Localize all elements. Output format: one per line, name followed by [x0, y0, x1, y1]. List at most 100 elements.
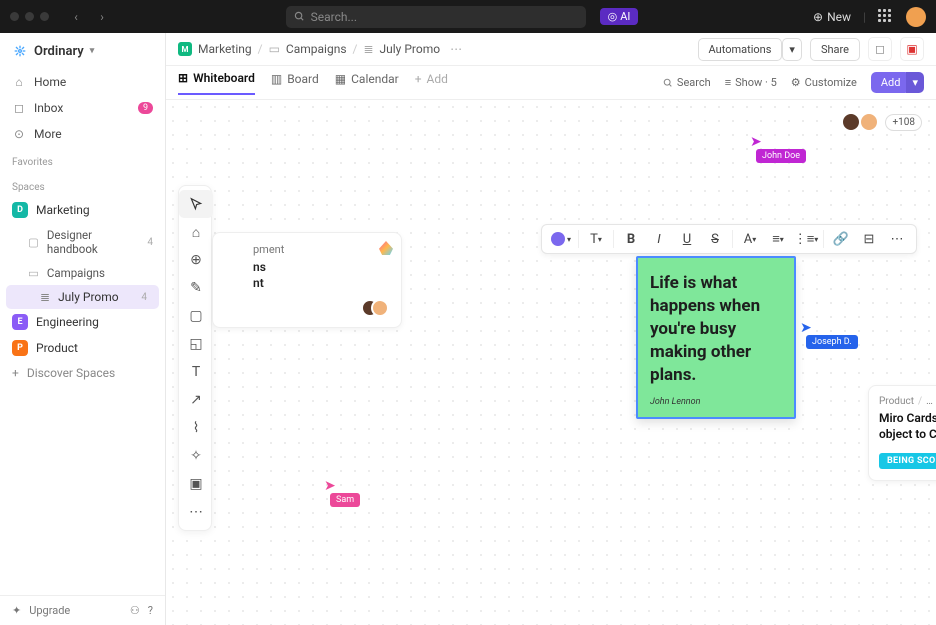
shape-tool[interactable]: ▢ [179, 302, 213, 330]
bold-button[interactable]: B [618, 227, 644, 251]
home-icon: ⌂ [12, 75, 26, 89]
text-color[interactable]: A▾ [737, 227, 763, 251]
space-marketing[interactable]: D Marketing [0, 197, 165, 223]
sidebar-more[interactable]: ⊙More [0, 121, 165, 147]
label: Product [36, 341, 78, 355]
automations-dropdown[interactable]: ▾ [782, 38, 802, 61]
avatar[interactable] [841, 112, 861, 132]
workspace-switcher[interactable]: Ordinary ▾ [0, 33, 165, 69]
connector-tool[interactable]: ↗ [179, 386, 213, 414]
crumb-campaigns[interactable]: Campaigns [286, 42, 347, 56]
remote-cursor-john: ➤ John Doe [750, 134, 806, 163]
card-breadcrumb: Product/…/Member Development [879, 396, 936, 407]
more-format[interactable]: ⋯ [884, 227, 910, 251]
fill-color[interactable]: ▾ [548, 227, 574, 251]
upgrade-link[interactable]: Upgrade [29, 604, 70, 617]
help-icon[interactable]: ? [148, 604, 153, 617]
status-badge[interactable]: BEING SCOPED [879, 453, 936, 469]
notifications-icon[interactable]: ◻ [868, 37, 892, 61]
sticky-text[interactable]: Life is what happens when you're busy ma… [650, 272, 782, 387]
label: Marketing [36, 203, 90, 217]
tab-whiteboard[interactable]: ⊞Whiteboard [178, 71, 255, 95]
pen-tool[interactable]: ✎ [179, 274, 213, 302]
more-tools[interactable]: ⋯ [179, 498, 213, 526]
search-placeholder: Search... [311, 10, 357, 24]
remote-cursor-joseph: ➤ Joseph D. [800, 320, 858, 349]
remote-cursor-sam: ➤ Sam [324, 478, 360, 507]
plus-icon: + [12, 366, 19, 380]
space-engineering[interactable]: E Engineering [0, 309, 165, 335]
user-avatar[interactable] [906, 7, 926, 27]
ai-tool[interactable]: ✧ [179, 442, 213, 470]
crumb-marketing[interactable]: Marketing [198, 42, 252, 56]
person-icon[interactable]: ⚇ [130, 604, 140, 617]
search-views[interactable]: Search [663, 76, 711, 89]
chevron-down-icon: ▾ [90, 46, 95, 56]
nav-forward[interactable]: › [93, 8, 111, 26]
underline-button[interactable]: U [674, 227, 700, 251]
folder-campaigns[interactable]: ▭ Campaigns [0, 261, 165, 285]
web-tool[interactable]: ⊕ [179, 246, 213, 274]
label: Discover Spaces [27, 366, 115, 380]
select-tool[interactable] [179, 190, 213, 218]
avatar [371, 299, 389, 317]
italic-button[interactable]: I [646, 227, 672, 251]
flow-tool[interactable]: ⌇ [179, 414, 213, 442]
collaborators[interactable]: +108 [849, 112, 922, 132]
task-card-partial[interactable]: pment nsnt [212, 232, 402, 328]
whiteboard-icon: ⊞ [178, 71, 188, 85]
more-icon[interactable]: ⋯ [450, 42, 462, 56]
home-tool[interactable]: ⌂ [179, 218, 213, 246]
window-controls[interactable] [10, 12, 49, 21]
add-view[interactable]: +Add [415, 72, 448, 94]
breadcrumb-bar: M Marketing / ▭ Campaigns / ≣ July Promo… [166, 33, 936, 66]
strike-button[interactable]: S [702, 227, 728, 251]
sticky-note[interactable]: Life is what happens when you're busy ma… [636, 256, 796, 419]
add-dropdown[interactable]: ▾ [906, 72, 924, 93]
align-button[interactable]: ≡▾ [765, 227, 791, 251]
folder-designer-handbook[interactable]: ▢ Designer handbook 4 [0, 223, 165, 261]
link-button[interactable]: 🔗 [828, 227, 854, 251]
card-breadcrumb: pment [253, 243, 389, 256]
favorites-header: Favorites [0, 147, 165, 172]
list-july-promo[interactable]: ≣ July Promo 4 [6, 285, 159, 309]
automations-button[interactable]: Automations [698, 38, 783, 61]
apps-icon[interactable] [878, 9, 894, 25]
show-filter[interactable]: ≡Show · 5 [725, 76, 777, 89]
sticky-tool[interactable]: ◱ [179, 330, 213, 358]
list-button[interactable]: ⋮≡▾ [793, 227, 819, 251]
label: Designer handbook [47, 228, 140, 256]
filter-icon: ≡ [725, 76, 731, 89]
new-button[interactable]: ⊕ New [813, 10, 851, 24]
nav-back[interactable]: ‹ [67, 8, 85, 26]
titlebar: ‹ › Search... ◎ AI ⊕ New | [0, 0, 936, 33]
detach-button[interactable]: ⊟ [856, 227, 882, 251]
customize-button[interactable]: ⚙Customize [791, 76, 857, 89]
avatar[interactable] [859, 112, 879, 132]
ai-button[interactable]: ◎ AI [600, 8, 639, 25]
crumb-july-promo[interactable]: July Promo [380, 42, 441, 56]
text-tool[interactable]: T [179, 358, 213, 386]
task-card-miro[interactable]: Product/…/Member Development Miro Cards … [868, 385, 936, 481]
tab-board[interactable]: ▥Board [271, 72, 319, 94]
collab-overflow[interactable]: +108 [885, 114, 922, 131]
share-button[interactable]: Share [810, 38, 860, 61]
tab-calendar[interactable]: ▦Calendar [335, 72, 399, 94]
text-style[interactable]: T▾ [583, 227, 609, 251]
space-icon: M [178, 42, 192, 56]
whiteboard-canvas[interactable]: +108 ⌂ ⊕ ✎ ▢ ◱ T ↗ ⌇ ✧ ▣ ⋯ pment n [166, 100, 936, 625]
inbox-icon: ◻ [12, 101, 26, 115]
folder-icon: ▭ [28, 266, 39, 280]
space-product[interactable]: P Product [0, 335, 165, 361]
image-tool[interactable]: ▣ [179, 470, 213, 498]
label: Campaigns [47, 266, 105, 280]
global-search[interactable]: Search... [286, 6, 586, 28]
sidebar-home[interactable]: ⌂Home [0, 69, 165, 95]
discover-spaces[interactable]: + Discover Spaces [0, 361, 165, 385]
sidebar-inbox[interactable]: ◻Inbox9 [0, 95, 165, 121]
add-button[interactable]: Add [871, 72, 911, 93]
list-icon: ≣ [363, 42, 373, 56]
archive-icon[interactable]: ▣ [900, 37, 924, 61]
spaces-header: Spaces [0, 172, 165, 197]
upgrade-icon: ✦ [12, 604, 21, 617]
